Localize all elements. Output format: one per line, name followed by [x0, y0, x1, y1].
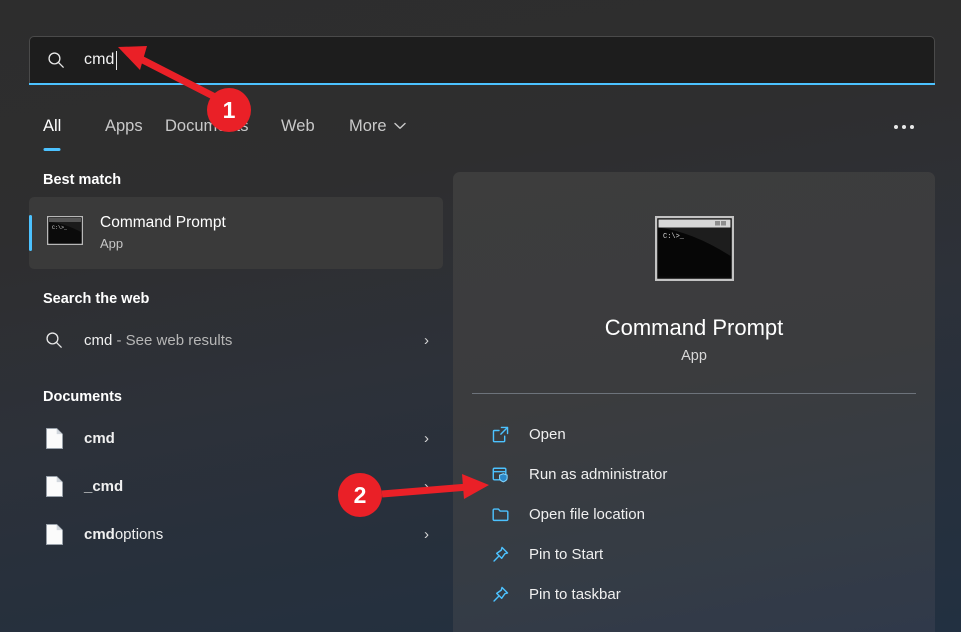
best-match-result-command-prompt[interactable]: C:\>_ Command Prompt App — [29, 197, 443, 269]
search-focus-underline — [29, 83, 935, 85]
preview-action-list: Open Run as administrator — [453, 414, 935, 614]
pin-icon — [489, 583, 511, 605]
tab-documents[interactable]: Documents — [165, 104, 248, 148]
document-icon — [43, 428, 65, 449]
tab-web[interactable]: Web — [281, 104, 315, 148]
document-result-label: cmdoptions — [84, 526, 424, 543]
tab-documents-label: Documents — [165, 117, 248, 136]
action-run-as-administrator[interactable]: Run as administrator — [471, 454, 935, 494]
tab-apps[interactable]: Apps — [105, 104, 143, 148]
action-pin-to-start[interactable]: Pin to Start — [471, 534, 935, 574]
tab-apps-label: Apps — [105, 117, 143, 136]
search-input[interactable]: cmd — [29, 36, 935, 84]
selection-accent-bar — [29, 215, 32, 251]
best-match-subtitle: App — [100, 235, 226, 253]
document-result-label: cmd — [84, 430, 424, 447]
svg-text:C:\>_: C:\>_ — [663, 233, 685, 241]
search-icon — [47, 51, 65, 69]
document-match-text: cmd — [84, 430, 115, 447]
tab-all-label: All — [43, 117, 61, 136]
document-icon — [43, 476, 65, 497]
web-result-label: cmd - See web results — [84, 332, 424, 349]
action-open-label: Open — [529, 426, 566, 443]
preview-divider — [472, 393, 916, 394]
search-the-web-heading: Search the web — [29, 291, 443, 307]
search-icon — [43, 331, 65, 349]
document-result-cmdoptions[interactable]: cmdoptions › — [29, 510, 443, 558]
action-open[interactable]: Open — [471, 414, 935, 454]
command-prompt-icon: C:\>_ — [47, 216, 83, 250]
overflow-menu-button[interactable] — [887, 112, 921, 142]
action-pin-to-taskbar[interactable]: Pin to taskbar — [471, 574, 935, 614]
search-input-value: cmd — [84, 51, 115, 69]
tab-more[interactable]: More — [349, 104, 406, 148]
chevron-right-icon[interactable]: › — [424, 479, 431, 494]
best-match-heading: Best match — [29, 172, 443, 188]
chevron-right-icon[interactable]: › — [424, 527, 431, 542]
document-result-_cmd[interactable]: _cmd › — [29, 462, 443, 510]
action-open-file-location-label: Open file location — [529, 506, 645, 523]
pin-icon — [489, 543, 511, 565]
windows-search-flyout: cmd All Apps Documents Web More — [0, 0, 961, 632]
preview-icon-container: C:\>_ — [453, 216, 935, 286]
document-result-label: _cmd — [84, 478, 424, 495]
chevron-right-icon[interactable]: › — [424, 431, 431, 446]
preview-app-subtitle: App — [453, 348, 935, 364]
tab-active-indicator — [44, 148, 61, 151]
preview-app-title: Command Prompt — [453, 315, 935, 341]
filter-tab-bar: All Apps Documents Web More — [29, 104, 935, 154]
chevron-right-icon[interactable]: › — [424, 333, 431, 348]
shield-window-icon — [489, 463, 511, 485]
web-result-suffix: - See web results — [112, 332, 232, 349]
document-result-cmd[interactable]: cmd › — [29, 414, 443, 462]
web-result-query: cmd — [84, 332, 112, 349]
document-rest-text: options — [115, 526, 163, 543]
ellipsis-icon — [902, 125, 906, 129]
chevron-down-icon — [394, 122, 406, 130]
tab-more-label: More — [349, 117, 387, 136]
action-pin-to-taskbar-label: Pin to taskbar — [529, 586, 621, 603]
document-match-text: _cmd — [84, 478, 123, 495]
action-open-file-location[interactable]: Open file location — [471, 494, 935, 534]
svg-text:C:\>_: C:\>_ — [52, 225, 68, 231]
document-match-text: cmd — [84, 526, 115, 543]
search-input-caret — [116, 51, 117, 70]
command-prompt-icon: C:\>_ — [655, 216, 734, 286]
tab-web-label: Web — [281, 117, 315, 136]
action-run-as-administrator-label: Run as administrator — [529, 466, 667, 483]
documents-heading: Documents — [29, 389, 443, 405]
document-icon — [43, 524, 65, 545]
best-match-title: Command Prompt — [100, 213, 226, 233]
ellipsis-icon — [910, 125, 914, 129]
tab-all[interactable]: All — [43, 104, 61, 148]
results-column: Best match C:\>_ Command Prompt App Sear… — [29, 172, 443, 632]
app-preview-panel: C:\>_ Command Prompt App Open — [453, 172, 935, 632]
open-external-icon — [489, 423, 511, 445]
action-pin-to-start-label: Pin to Start — [529, 546, 603, 563]
web-result-cmd[interactable]: cmd - See web results › — [29, 316, 443, 364]
folder-icon — [489, 503, 511, 525]
ellipsis-icon — [894, 125, 898, 129]
